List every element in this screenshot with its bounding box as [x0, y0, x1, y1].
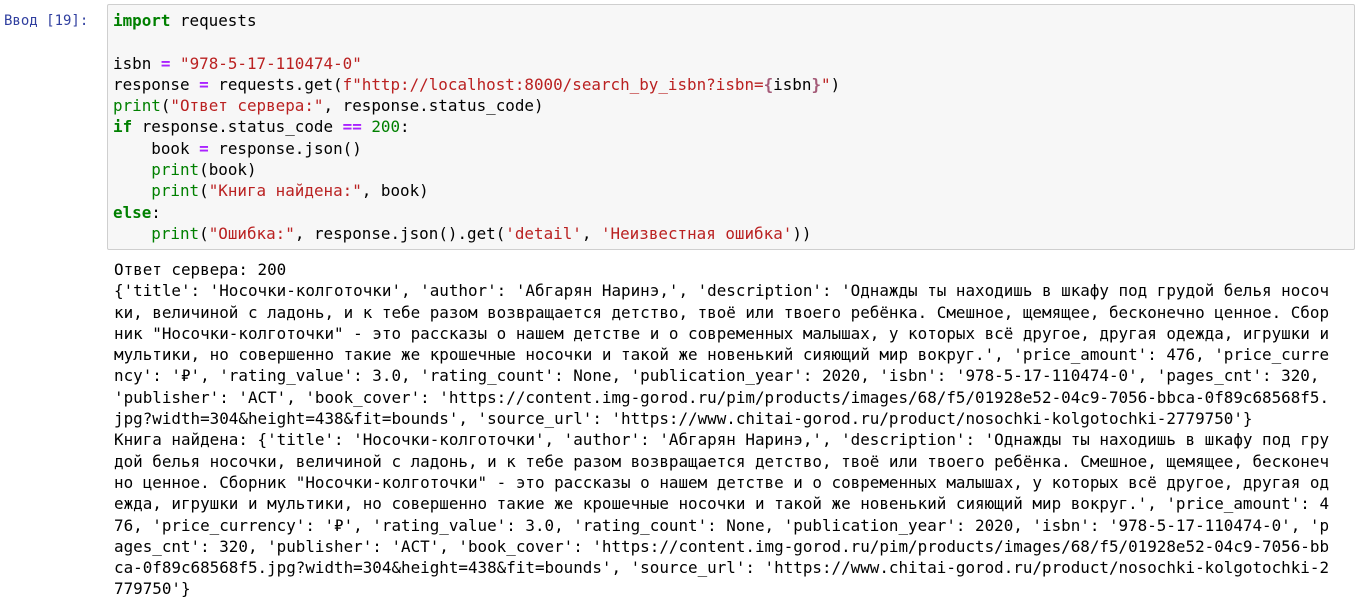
colon: :: [400, 117, 410, 137]
book-variable: book: [151, 138, 200, 158]
print-builtin: print: [151, 223, 200, 243]
code-line-5: print("Ответ сервера:", response.status_…: [113, 96, 544, 115]
print-builtin: print: [113, 96, 161, 116]
code-line-11: print("Ошибка:", response.json().get('de…: [113, 224, 811, 243]
cell-output: Ответ сервера: 200 {'title': 'Носочки-ко…: [114, 259, 1329, 600]
assign-operator: =: [160, 53, 171, 73]
code-line-1: import requests: [113, 11, 257, 30]
response-variable: response: [113, 74, 200, 94]
url-fstring-start: f"http://localhost:8000/search_by_isbn?i…: [342, 74, 764, 94]
output-line: ncy': '₽', 'rating_value': 3.0, 'rating_…: [114, 366, 1320, 386]
server-response-string: "Ответ сервера:": [170, 96, 324, 116]
print-builtin: print: [151, 181, 200, 201]
output-line: дой белья носочки, величиной с ладонь, и…: [114, 451, 1330, 471]
output-line: ник "Носочки-колготочки" - это рассказы …: [114, 323, 1330, 343]
output-line: мультики, но совершенно такие же крошечн…: [114, 345, 1330, 365]
code-line-9: print("Книга найдена:", book): [113, 181, 429, 201]
assign-operator: =: [199, 74, 209, 94]
output-line: Ответ сервера: 200: [114, 260, 287, 279]
json-call: response.json(): [208, 138, 362, 158]
open-paren: (: [160, 96, 171, 116]
open-paren: (: [199, 223, 209, 243]
code-line-8: print(book): [113, 160, 257, 180]
equality-operator: ==: [342, 117, 362, 137]
else-keyword: else: [113, 202, 152, 222]
code-line-6: if response.status_code == 200:: [113, 117, 410, 136]
code-line-4: response = requests.get(f"http://localho…: [113, 75, 840, 94]
code-line-7: book = response.json(): [113, 139, 362, 158]
code-editor[interactable]: import requests isbn = "978-5-17-110474-…: [107, 4, 1355, 250]
comma: ,: [581, 223, 601, 243]
print-builtin: print: [151, 160, 200, 180]
requests-get-call: requests.get(: [208, 74, 343, 94]
if-keyword: if: [113, 117, 133, 137]
assign-operator: =: [199, 138, 209, 158]
output-line: 779750'}: [114, 579, 191, 599]
book-found-string: "Книга найдена:": [208, 181, 362, 201]
output-line: 'publisher': 'АСТ', 'book_cover': 'https…: [114, 387, 1330, 407]
interp-open-brace: {: [763, 74, 774, 94]
isbn-string: "978-5-17-110474-0": [180, 53, 362, 73]
error-string: "Ошибка:": [208, 223, 295, 243]
output-line: ca-0f89c68568f5.jpg?width=304&height=438…: [114, 558, 1330, 578]
module-name: requests: [170, 11, 257, 30]
input-prompt: Ввод [19]:: [4, 13, 89, 29]
open-paren: (: [199, 181, 209, 201]
detail-key-string: 'detail': [505, 223, 582, 243]
code-line-3: isbn = "978-5-17-110474-0": [113, 54, 362, 73]
colon: :: [151, 202, 161, 222]
code-line-10: else:: [113, 203, 161, 222]
import-keyword: import: [113, 11, 171, 30]
isbn-variable: isbn: [113, 53, 161, 73]
status-number: 200: [371, 117, 401, 137]
json-get-call: , response.json().get(: [294, 223, 506, 243]
output-line: ages_cnt': 320, 'publisher': 'АСТ', 'boo…: [114, 536, 1330, 556]
unknown-error-string: 'Неизвестная ошибка': [600, 223, 793, 243]
close-parens: )): [792, 223, 812, 243]
output-line: jpg?width=304&height=438&fit=bounds', 's…: [114, 409, 1253, 429]
interp-close-brace: }: [811, 74, 822, 94]
output-line: но ценное. Сборник "Носочки-колготочки" …: [114, 472, 1330, 492]
print-book-args: (book): [199, 160, 257, 180]
url-fstring-end: ": [821, 74, 831, 94]
output-line: ежда, игрушки и мультики, но совершенно …: [114, 494, 1330, 514]
output-line: 76, 'price_currency': '₽', 'rating_value…: [114, 515, 1330, 535]
code-text[interactable]: import requests isbn = "978-5-17-110474-…: [113, 10, 840, 244]
close-paren: ): [830, 74, 841, 94]
output-line: ки, величиной с ладонь, и к тебе разом в…: [114, 302, 1330, 322]
interp-variable: isbn: [773, 74, 812, 94]
output-line: {'title': 'Носочки-колготочки', 'author'…: [114, 281, 1330, 301]
output-line: Книга найдена: {'title': 'Носочки-колгот…: [114, 430, 1330, 450]
status-code-args: , response.status_code): [323, 96, 544, 116]
book-args: , book): [361, 181, 429, 201]
notebook-code-cell: Ввод [19]: import requests isbn = "978-5…: [0, 0, 1361, 610]
if-condition: response.status_code: [132, 117, 343, 137]
